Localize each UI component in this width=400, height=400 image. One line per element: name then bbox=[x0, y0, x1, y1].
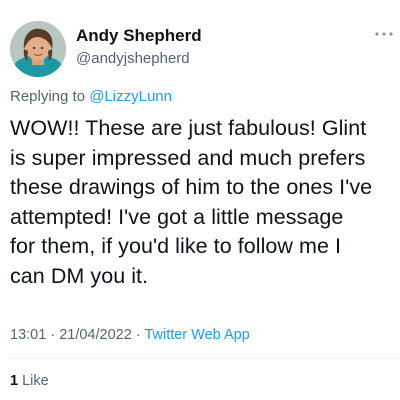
tweet-source-link[interactable]: Twitter Web App bbox=[144, 327, 249, 343]
tweet-text-line: for them, if you'd like to follow me I bbox=[10, 234, 342, 258]
tweet-text-line: is super impressed and much prefers bbox=[10, 145, 366, 170]
replying-to: Replying to @LizzyLunn bbox=[10, 88, 172, 105]
tweet-time[interactable]: 13:01 bbox=[10, 327, 46, 343]
tweet-text-line: can DM you it. bbox=[10, 263, 149, 288]
more-dots-icon[interactable] bbox=[372, 26, 396, 42]
tweet-text-line: attempted! I've got a little message bbox=[10, 204, 344, 229]
tweet-metadata: 13:01 · 21/04/2022 · Twitter Web App bbox=[10, 327, 250, 343]
like-label: Like bbox=[22, 373, 49, 389]
replying-to-label: Replying to bbox=[10, 88, 86, 105]
author-display-name[interactable]: Andy Shepherd bbox=[76, 26, 202, 46]
reply-mention-link[interactable]: @LizzyLunn bbox=[89, 88, 172, 105]
tweet-text-line: WOW!! These are just fabulous! Glint bbox=[10, 116, 367, 140]
tweet-card: Andy Shepherd @andyjshepherd Replying to… bbox=[0, 0, 400, 400]
tweet-date[interactable]: 21/04/2022 bbox=[59, 327, 132, 343]
author-handle[interactable]: @andyjshepherd bbox=[76, 50, 190, 67]
avatar[interactable] bbox=[10, 21, 66, 77]
tweet-text: WOW!! These are just fabulous! Glint is … bbox=[10, 114, 398, 291]
profile-photo-icon bbox=[10, 21, 66, 77]
like-count: 1 bbox=[10, 373, 19, 389]
meta-separator: · bbox=[135, 327, 141, 343]
divider bbox=[8, 358, 400, 359]
tweet-text-line: these drawings of him to the ones I've bbox=[10, 175, 373, 199]
meta-separator: · bbox=[50, 327, 56, 343]
likes-count-link[interactable]: 1 Like bbox=[10, 373, 49, 389]
